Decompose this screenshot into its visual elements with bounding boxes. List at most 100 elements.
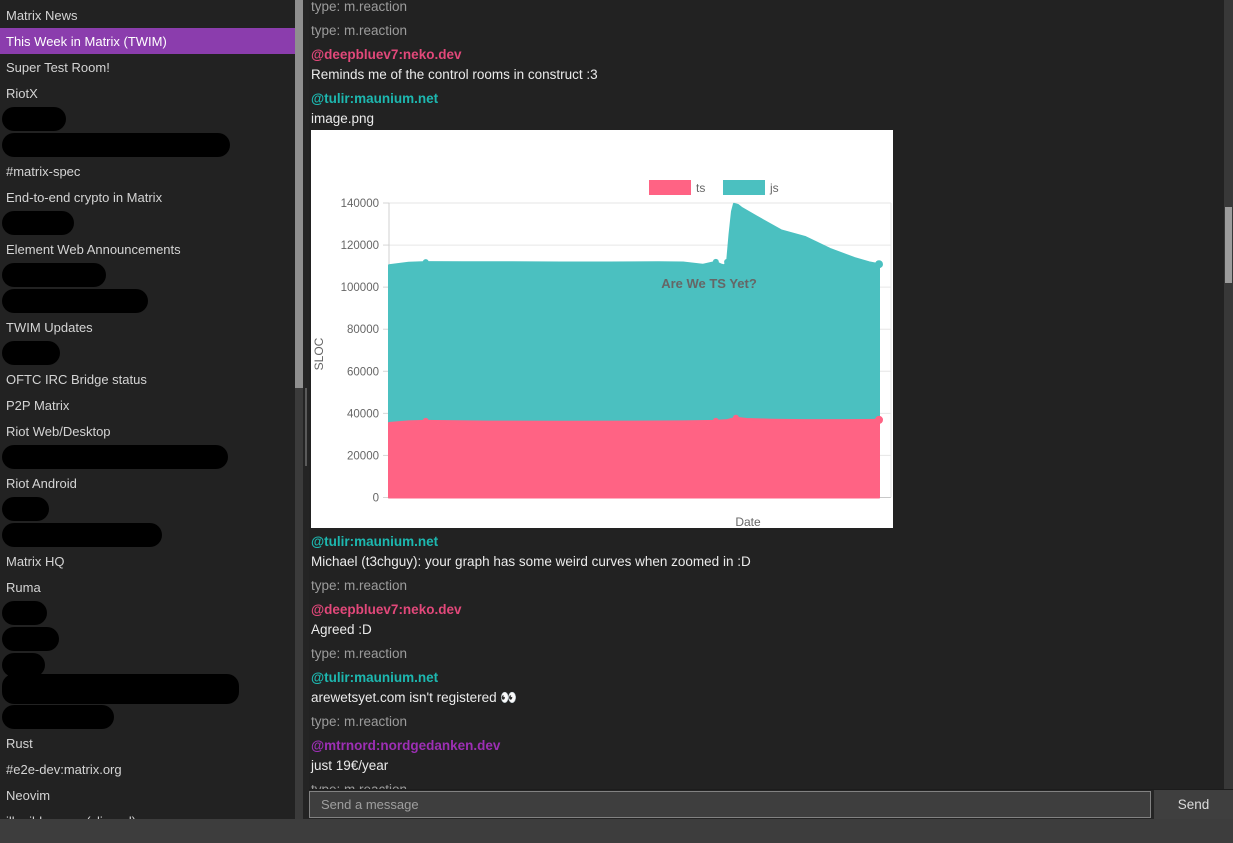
event-meta: type: m.reaction bbox=[311, 780, 1233, 789]
room-name: #matrix-spec bbox=[6, 164, 80, 179]
room-item[interactable]: Rust bbox=[0, 730, 295, 756]
room-name: Rust bbox=[6, 736, 33, 751]
room-item[interactable]: Matrix HQ bbox=[0, 548, 295, 574]
message-body: arewetsyet.com isn't registered 👀 bbox=[311, 688, 1233, 708]
legend-swatch-js[interactable] bbox=[723, 180, 765, 195]
redacted-room-name bbox=[2, 341, 60, 365]
redacted-room-name bbox=[2, 289, 148, 313]
room-item[interactable]: illegible room (clipped) bbox=[0, 808, 295, 819]
room-item-redacted[interactable] bbox=[0, 444, 295, 470]
y-tick-label: 60000 bbox=[347, 366, 379, 378]
message-body: Michael (t3chguy): your graph has some w… bbox=[311, 552, 1233, 572]
room-item[interactable]: Riot Web/Desktop bbox=[0, 418, 295, 444]
message: @mtrnord:nordgedanken.devjust 19€/year bbox=[311, 736, 1233, 776]
sidebar-resize-handle[interactable] bbox=[305, 388, 307, 466]
event-type-text: type: m.reaction bbox=[311, 21, 1233, 41]
sidebar-scrollbar-thumb[interactable] bbox=[295, 0, 303, 388]
message-sender[interactable]: @deepbluev7:neko.dev bbox=[311, 45, 1233, 65]
message-body: image.png bbox=[311, 109, 1233, 129]
room-item-redacted[interactable] bbox=[0, 288, 295, 314]
room-name: Ruma bbox=[6, 580, 41, 595]
room-item[interactable]: End-to-end crypto in Matrix bbox=[0, 184, 295, 210]
legend-swatch-ts[interactable] bbox=[649, 180, 691, 195]
y-tick-label: 0 bbox=[373, 493, 379, 505]
message-sender[interactable]: @tulir:maunium.net bbox=[311, 668, 1233, 688]
message-sender[interactable]: @tulir:maunium.net bbox=[311, 532, 1233, 552]
redacted-room-name bbox=[2, 107, 66, 131]
room-item[interactable]: Super Test Room! bbox=[0, 54, 295, 80]
event-type-text: type: m.reaction bbox=[311, 0, 1233, 17]
room-item[interactable]: #e2e-dev:matrix.org bbox=[0, 756, 295, 782]
event-type-text: type: m.reaction bbox=[311, 712, 1233, 732]
room-item-redacted[interactable] bbox=[0, 132, 295, 158]
timeline-scrollbar[interactable] bbox=[1224, 0, 1233, 789]
sloc-area-chart: 020000400006000080000100000120000140000A… bbox=[311, 130, 893, 528]
room-item[interactable]: OFTC IRC Bridge status bbox=[0, 366, 295, 392]
room-name: RiotX bbox=[6, 86, 38, 101]
timeline: type: m.reaction type: m.reaction @deepblu… bbox=[309, 0, 1233, 789]
sidebar-scrollbar[interactable] bbox=[295, 0, 303, 819]
redacted-room-name bbox=[2, 133, 230, 157]
room-name: Element Web Announcements bbox=[6, 242, 181, 257]
room-item-redacted[interactable] bbox=[0, 626, 295, 652]
room-name: OFTC IRC Bridge status bbox=[6, 372, 147, 387]
room-name: TWIM Updates bbox=[6, 320, 93, 335]
event-meta: type: m.reaction bbox=[311, 712, 1233, 732]
room-name: Matrix News bbox=[6, 8, 78, 23]
data-point-js bbox=[423, 259, 429, 265]
room-item[interactable]: #matrix-spec bbox=[0, 158, 295, 184]
send-button[interactable]: Send bbox=[1154, 790, 1233, 819]
chat-pane: type: m.reaction type: m.reaction @deepblu… bbox=[309, 0, 1233, 819]
room-item-redacted[interactable] bbox=[0, 704, 295, 730]
room-item-redacted[interactable] bbox=[0, 262, 295, 288]
chart-title: Are We TS Yet? bbox=[661, 276, 757, 291]
room-name: P2P Matrix bbox=[6, 398, 69, 413]
room-item-redacted[interactable] bbox=[0, 522, 295, 548]
message: @tulir:maunium.netarewetsyet.com isn't r… bbox=[311, 668, 1233, 708]
room-item[interactable]: P2P Matrix bbox=[0, 392, 295, 418]
room-item[interactable]: This Week in Matrix (TWIM) bbox=[0, 28, 295, 54]
room-item[interactable]: Ruma bbox=[0, 574, 295, 600]
data-point-ts bbox=[423, 418, 429, 424]
room-item[interactable]: Riot Android bbox=[0, 470, 295, 496]
data-point-js bbox=[875, 260, 883, 268]
y-axis-title: SLOC bbox=[312, 337, 326, 370]
message-sender[interactable]: @deepbluev7:neko.dev bbox=[311, 600, 1233, 620]
message-input[interactable] bbox=[309, 791, 1151, 818]
y-tick-label: 140000 bbox=[341, 198, 379, 210]
y-tick-label: 20000 bbox=[347, 450, 379, 462]
room-item-redacted[interactable] bbox=[0, 340, 295, 366]
x-axis-title: Date bbox=[735, 515, 761, 528]
event-type-text: type: m.reaction bbox=[311, 576, 1233, 596]
room-item-redacted[interactable] bbox=[0, 106, 295, 132]
room-item[interactable]: TWIM Updates bbox=[0, 314, 295, 340]
room-item[interactable]: RiotX bbox=[0, 80, 295, 106]
event-type-text: type: m.reaction bbox=[311, 780, 1233, 789]
room-name: Super Test Room! bbox=[6, 60, 110, 75]
redacted-room-name bbox=[2, 263, 106, 287]
room-name: End-to-end crypto in Matrix bbox=[6, 190, 162, 205]
message-sender[interactable]: @mtrnord:nordgedanken.dev bbox=[311, 736, 1233, 756]
message-sender[interactable]: @tulir:maunium.net bbox=[311, 89, 1233, 109]
legend-label-ts[interactable]: ts bbox=[696, 181, 705, 195]
data-point-ts bbox=[733, 415, 739, 421]
room-item[interactable]: Matrix News bbox=[0, 2, 295, 28]
room-item-redacted[interactable] bbox=[0, 600, 295, 626]
room-item-redacted[interactable] bbox=[0, 210, 295, 236]
room-item[interactable]: Element Web Announcements bbox=[0, 236, 295, 262]
data-point-ts bbox=[875, 416, 883, 424]
room-item[interactable]: Neovim bbox=[0, 782, 295, 808]
redacted-room-name bbox=[2, 601, 47, 625]
message: @deepbluev7:neko.devReminds me of the co… bbox=[311, 45, 1233, 85]
event-meta: type: m.reaction bbox=[311, 0, 1233, 17]
redacted-room-name bbox=[2, 674, 239, 704]
legend-label-js[interactable]: js bbox=[769, 181, 779, 195]
y-tick-label: 120000 bbox=[341, 240, 379, 252]
room-item-redacted[interactable] bbox=[0, 678, 295, 704]
room-name: Neovim bbox=[6, 788, 50, 803]
timeline-scrollbar-thumb[interactable] bbox=[1225, 207, 1232, 283]
room-item-redacted[interactable] bbox=[0, 496, 295, 522]
image-attachment[interactable]: 020000400006000080000100000120000140000A… bbox=[311, 130, 893, 528]
redacted-room-name bbox=[2, 705, 114, 729]
data-point-ts bbox=[713, 418, 719, 424]
